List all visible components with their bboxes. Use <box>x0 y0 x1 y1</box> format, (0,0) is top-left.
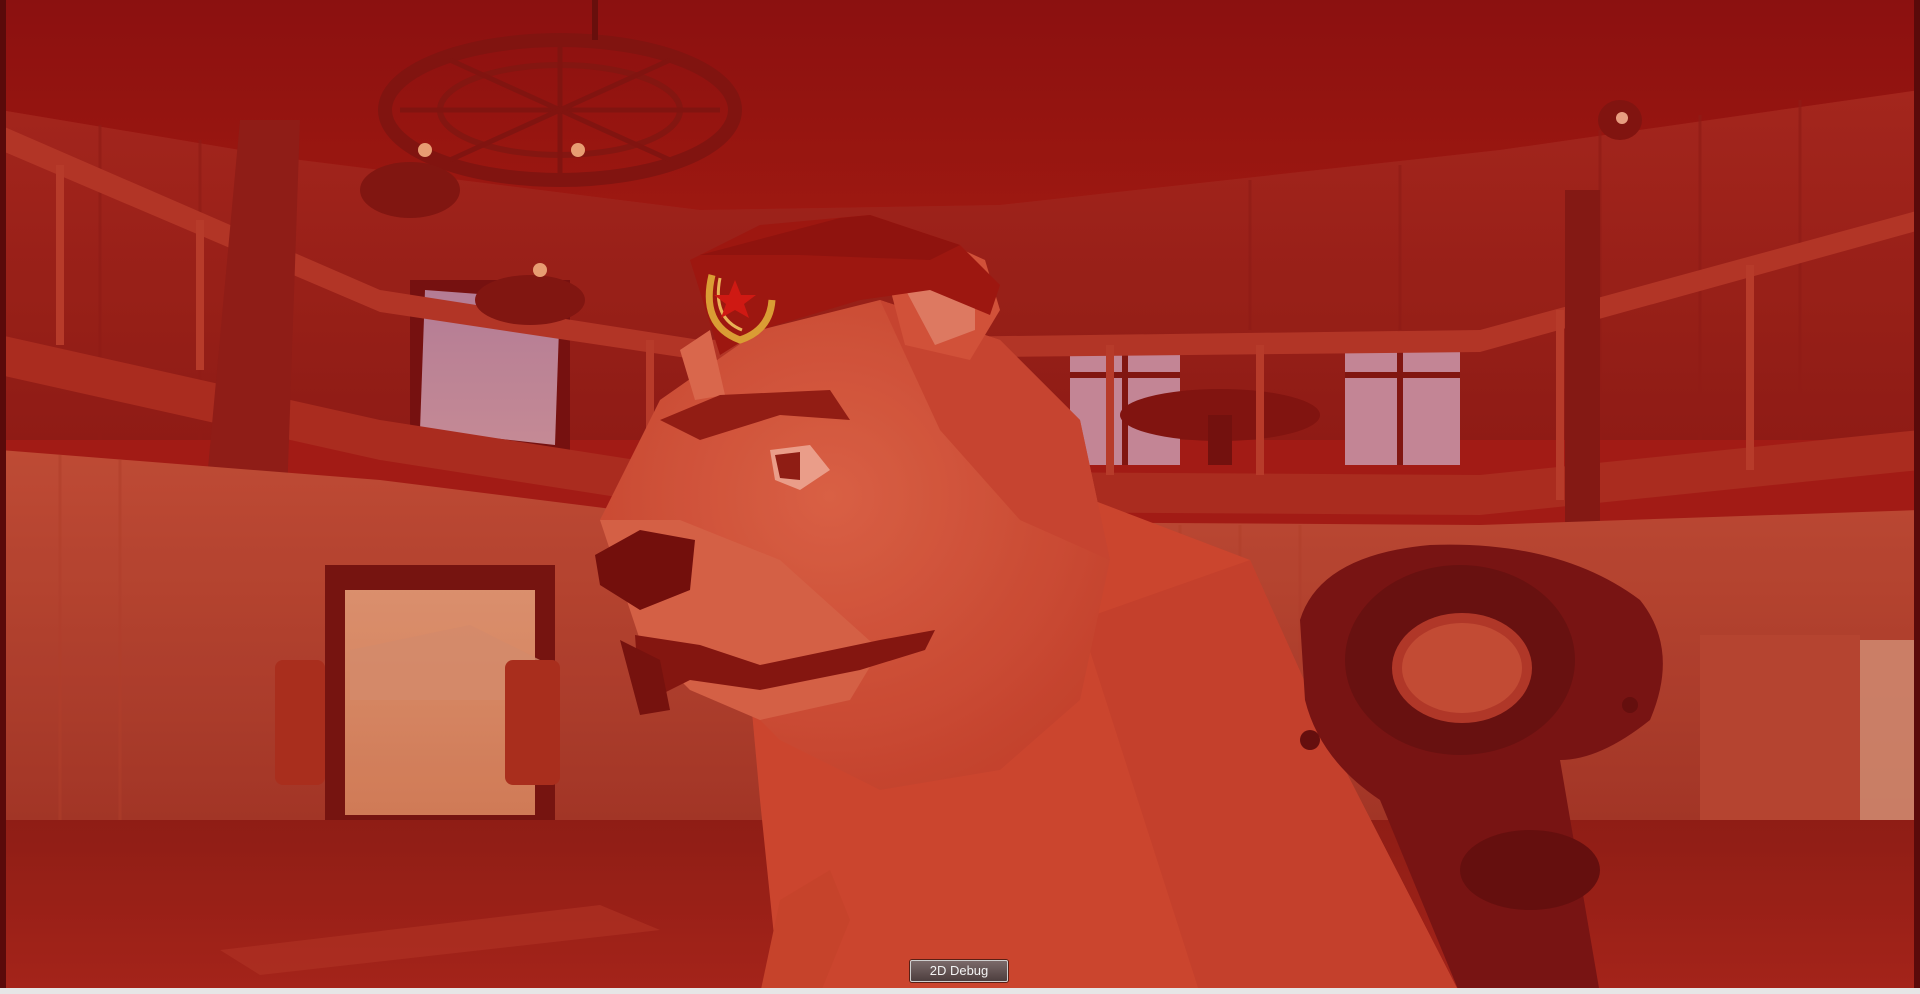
viewport-frame-bottom <box>0 988 1920 994</box>
viewport-frame-left <box>0 0 6 994</box>
game-scene <box>0 0 1920 994</box>
game-viewport[interactable]: 2D Debug <box>0 0 1920 994</box>
viewport-frame-right <box>1914 0 1920 994</box>
2d-debug-button[interactable]: 2D Debug <box>910 960 1008 982</box>
damage-tint-overlay <box>0 0 1920 994</box>
